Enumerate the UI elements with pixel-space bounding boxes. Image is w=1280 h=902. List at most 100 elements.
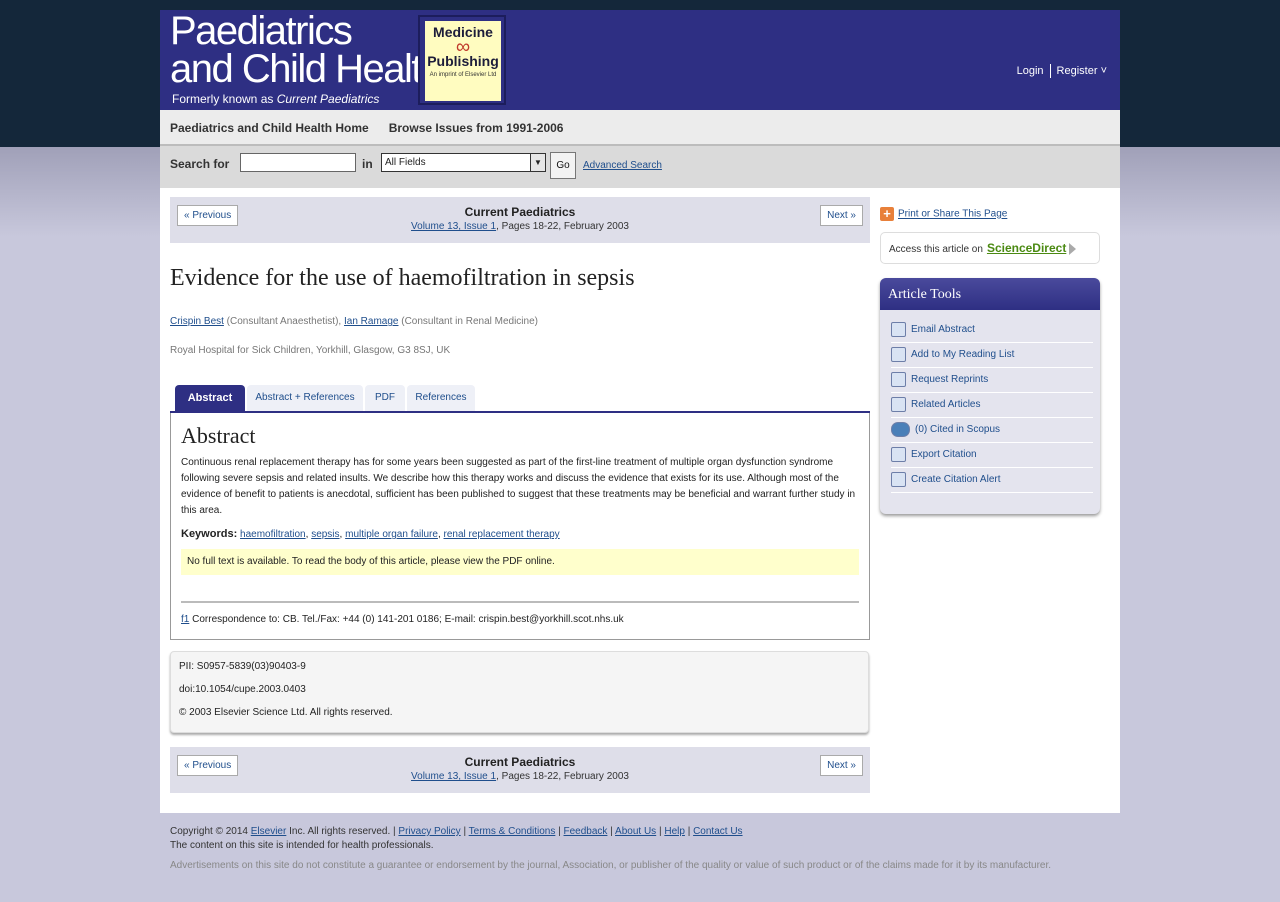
tool-request-reprints[interactable]: Request Reprints [891, 368, 1093, 393]
main-nav: Paediatrics and Child Health Home Browse … [160, 110, 1120, 146]
article-tools: Article Tools Email Abstract Add to My R… [880, 278, 1100, 514]
scopus-icon [891, 421, 910, 437]
tab-abstract[interactable]: Abstract [175, 385, 245, 411]
print-share-link[interactable]: Print or Share This Page [898, 209, 1007, 220]
badge-small: An imprint of Elsevier Ltd [429, 72, 497, 78]
pager-bottom: « Previous Current Paediatrics Volume 13… [170, 747, 870, 793]
infinity-icon: ∞ [455, 36, 471, 58]
tab-pdf[interactable]: PDF [365, 385, 405, 411]
register-link[interactable]: Register [1057, 65, 1098, 77]
dropdown-arrow-icon[interactable]: ▼ [530, 154, 545, 171]
search-in-label: in [362, 157, 373, 171]
abstract-heading: Abstract [181, 423, 256, 448]
author-link[interactable]: Crispin Best [170, 316, 224, 327]
chevron-down-icon[interactable]: ˅ [1098, 65, 1107, 77]
advanced-search-link[interactable]: Advanced Search [583, 160, 662, 171]
issue-link[interactable]: Volume 13, Issue 1 [411, 771, 496, 782]
pii-text: PII: S0957-5839(03)90403-9 [179, 661, 306, 672]
footer-help-link[interactable]: Help [664, 826, 685, 837]
footer-elsevier-link[interactable]: Elsevier [251, 826, 287, 837]
article-tools-list: Email Abstract Add to My Reading List Re… [880, 310, 1100, 493]
footer-contact-link[interactable]: Contact Us [693, 826, 742, 837]
copyright-text: © 2003 Elsevier Science Ltd. All rights … [179, 707, 393, 718]
nav-browse-issues[interactable]: Browse Issues from 1991-2006 [389, 110, 564, 146]
site-header: Paediatrics and Child Health Formerly kn… [160, 10, 1120, 110]
keyword-link[interactable]: renal replacement therapy [444, 529, 560, 540]
site-footer: Copyright © 2014 Elsevier Inc. All right… [170, 826, 1120, 871]
footer-feedback-link[interactable]: Feedback [564, 826, 608, 837]
footer-line1: Copyright © 2014 Elsevier Inc. All right… [170, 826, 743, 837]
affiliation: Royal Hospital for Sick Children, Yorkhi… [170, 345, 451, 356]
tool-reading-list[interactable]: Add to My Reading List [891, 343, 1093, 368]
tool-export-citation[interactable]: Export Citation [891, 443, 1093, 468]
site-logo[interactable]: Paediatrics and Child Health [170, 9, 443, 89]
arrow-right-icon [1069, 243, 1077, 256]
login-link[interactable]: Login [1017, 65, 1044, 77]
reading-list-icon [891, 346, 906, 362]
footer-disclaimer: Advertisements on this site do not const… [170, 860, 1052, 871]
keyword-link[interactable]: sepsis [311, 529, 339, 540]
tool-cited-in-scopus[interactable]: (0) Cited in Scopus [891, 418, 1093, 443]
tool-label: Related Articles [911, 399, 981, 410]
reprints-icon [891, 371, 906, 387]
next-button[interactable]: Next » [820, 755, 863, 776]
logo-subtitle-prefix: Formerly known as [172, 92, 277, 106]
tool-related-articles[interactable]: Related Articles [891, 393, 1093, 418]
sciencedirect-access[interactable]: Access this article on ScienceDirect [880, 232, 1100, 264]
issue-link[interactable]: Volume 13, Issue 1 [411, 221, 496, 232]
article-tools-title: Article Tools [880, 278, 1100, 310]
tool-citation-alert[interactable]: Create Citation Alert [891, 468, 1093, 493]
logo-line1: Paediatrics [170, 9, 353, 53]
logo-subtitle-journal: Current Paediatrics [276, 92, 380, 106]
abstract-box: Abstract Continuous renal replacement th… [170, 413, 870, 640]
search-bar: Search for in All Fields ▼ Go Advanced S… [160, 146, 1120, 188]
header-divider [1049, 64, 1051, 78]
footnote: f1 Correspondence to: CB. Tel./Fax: +44 … [181, 614, 859, 625]
access-label: Access this article on [889, 244, 983, 255]
author-link[interactable]: Ian Ramage [344, 316, 398, 327]
footer-copyright-suffix: Inc. All rights reserved. | [286, 826, 399, 837]
tool-label: (0) Cited in Scopus [915, 424, 1001, 435]
email-icon [891, 321, 906, 337]
search-label: Search for [170, 157, 230, 171]
tool-label: Add to My Reading List [911, 349, 1015, 360]
next-button[interactable]: Next » [820, 205, 863, 226]
nav-home[interactable]: Paediatrics and Child Health Home [170, 110, 369, 146]
footer-line2: The content on this site is intended for… [170, 840, 434, 851]
tab-abstract-references[interactable]: Abstract + References [247, 385, 363, 411]
search-field-select-value: All Fields [385, 157, 426, 168]
tool-label: Request Reprints [911, 374, 989, 385]
pager-info: Current Paediatrics Volume 13, Issue 1, … [170, 205, 870, 232]
badge-word2: Publishing [427, 53, 499, 69]
pager-journal: Current Paediatrics [464, 755, 576, 769]
sciencedirect-logo[interactable]: ScienceDirect [987, 241, 1066, 255]
footer-copyright-prefix: Copyright © 2014 [170, 826, 251, 837]
author-list: Crispin Best (Consultant Anaesthetist), … [170, 316, 870, 327]
pager-issue-rest: , Pages 18-22, February 2003 [496, 221, 629, 232]
tool-label: Create Citation Alert [911, 474, 1001, 485]
keyword-link[interactable]: multiple organ failure [345, 529, 438, 540]
footer-terms-link[interactable]: Terms & Conditions [469, 826, 556, 837]
medicine-publishing-badge: Medicine ∞ Publishing An imprint of Else… [418, 15, 506, 105]
abstract-text: Continuous renal replacement therapy has… [181, 457, 856, 516]
content-area: « Previous Current Paediatrics Volume 13… [160, 188, 1120, 813]
tool-label: Email Abstract [911, 324, 975, 335]
search-input[interactable] [240, 153, 356, 172]
related-articles-icon [891, 396, 906, 412]
no-fulltext-note: No full text is available. To read the b… [181, 549, 859, 575]
tool-email-abstract[interactable]: Email Abstract [891, 318, 1093, 343]
keyword-link[interactable]: haemofiltration [240, 529, 306, 540]
keywords-label: Keywords: [181, 528, 238, 540]
article-main: « Previous Current Paediatrics Volume 13… [170, 197, 870, 793]
search-field-select[interactable]: All Fields ▼ [381, 153, 546, 172]
author-role: (Consultant Anaesthetist), [223, 316, 344, 327]
search-go-button[interactable]: Go [550, 152, 576, 179]
plus-icon[interactable]: + [880, 207, 894, 221]
alert-icon [891, 471, 906, 487]
footer-about-link[interactable]: About Us [615, 826, 656, 837]
footer-privacy-link[interactable]: Privacy Policy [398, 826, 460, 837]
print-share: + Print or Share This Page [880, 207, 1100, 223]
tab-references[interactable]: References [407, 385, 475, 411]
pager-issue-rest: , Pages 18-22, February 2003 [496, 771, 629, 782]
article-identifiers: PII: S0957-5839(03)90403-9 doi:10.1054/c… [170, 651, 869, 733]
